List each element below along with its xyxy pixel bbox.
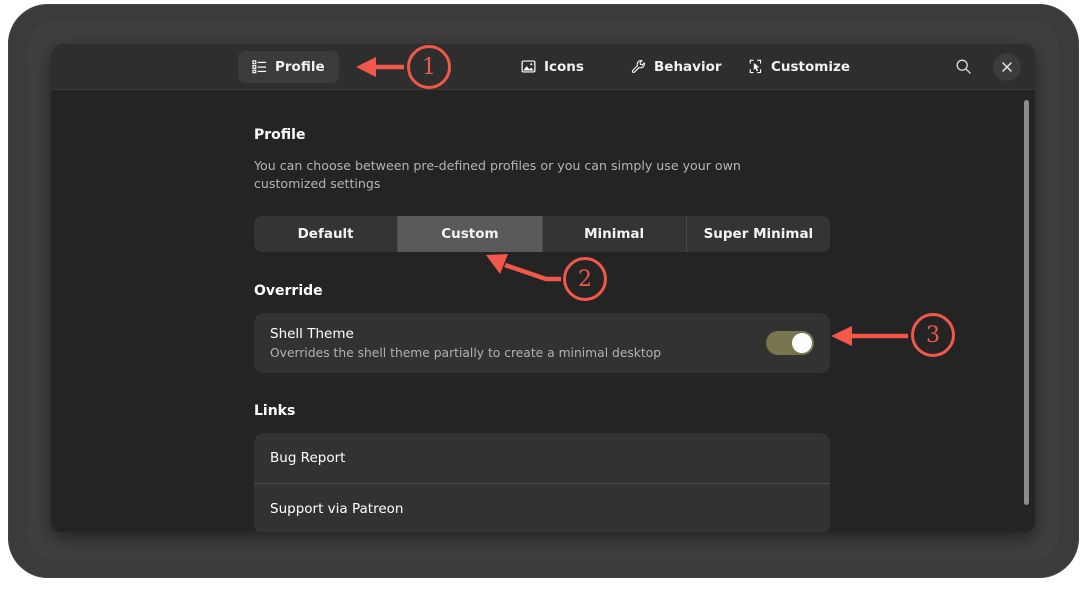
profile-selector[interactable]: Default Custom Minimal Super Minimal bbox=[254, 216, 830, 252]
link-label-bug-report: Bug Report bbox=[270, 450, 345, 466]
shell-theme-toggle[interactable] bbox=[766, 331, 814, 355]
profile-option-minimal[interactable]: Minimal bbox=[543, 216, 687, 252]
links-card: Bug Report Support via Patreon bbox=[254, 433, 830, 533]
override-card: Shell Theme Overrides the shell theme pa… bbox=[254, 313, 830, 373]
annotation-badge-2: 2 bbox=[563, 257, 607, 301]
tab-profile[interactable]: Profile bbox=[238, 51, 339, 83]
cursor-icon bbox=[748, 59, 763, 74]
toggle-knob bbox=[792, 333, 812, 353]
content-area: Profile You can choose between pre-defin… bbox=[51, 90, 1035, 532]
header-bar: Profile Icons Behavior bbox=[51, 44, 1035, 90]
link-label-support-patreon: Support via Patreon bbox=[270, 501, 403, 517]
link-row-support-patreon[interactable]: Support via Patreon bbox=[254, 484, 830, 533]
tab-behavior[interactable]: Behavior bbox=[617, 51, 736, 83]
link-row-bug-report[interactable]: Bug Report bbox=[254, 433, 830, 483]
tab-customize[interactable]: Customize bbox=[734, 51, 864, 83]
tab-behavior-label: Behavior bbox=[654, 59, 722, 75]
wrench-icon bbox=[631, 59, 646, 74]
override-section: Override Shell Theme Overrides the shell… bbox=[254, 283, 832, 373]
scrollbar-track[interactable] bbox=[1024, 100, 1029, 505]
links-section: Links Bug Report Support via Patreon bbox=[254, 403, 832, 533]
annotation-badge-1: 1 bbox=[407, 45, 451, 89]
profile-option-custom[interactable]: Custom bbox=[398, 216, 542, 252]
shell-theme-row[interactable]: Shell Theme Overrides the shell theme pa… bbox=[254, 313, 830, 373]
override-section-title: Override bbox=[254, 283, 832, 299]
profile-section-description: You can choose between pre-defined profi… bbox=[254, 157, 799, 194]
tab-customize-label: Customize bbox=[771, 59, 850, 75]
image-icon bbox=[521, 59, 536, 74]
scrollbar-thumb[interactable] bbox=[1024, 100, 1029, 505]
shell-theme-title: Shell Theme bbox=[270, 326, 661, 342]
profile-section-title: Profile bbox=[254, 127, 832, 143]
close-icon[interactable] bbox=[993, 53, 1021, 81]
profile-option-super-minimal[interactable]: Super Minimal bbox=[687, 216, 830, 252]
tab-profile-label: Profile bbox=[275, 59, 325, 75]
annotation-badge-3: 3 bbox=[911, 313, 955, 357]
list-icon bbox=[252, 59, 267, 74]
links-section-title: Links bbox=[254, 403, 832, 419]
tab-icons[interactable]: Icons bbox=[507, 51, 598, 83]
profile-option-default[interactable]: Default bbox=[254, 216, 398, 252]
profile-section: Profile You can choose between pre-defin… bbox=[254, 127, 832, 252]
shell-theme-subtitle: Overrides the shell theme partially to c… bbox=[270, 346, 661, 360]
app-window: Profile Icons Behavior bbox=[51, 44, 1035, 532]
search-icon[interactable] bbox=[948, 52, 978, 82]
tab-icons-label: Icons bbox=[544, 59, 584, 75]
